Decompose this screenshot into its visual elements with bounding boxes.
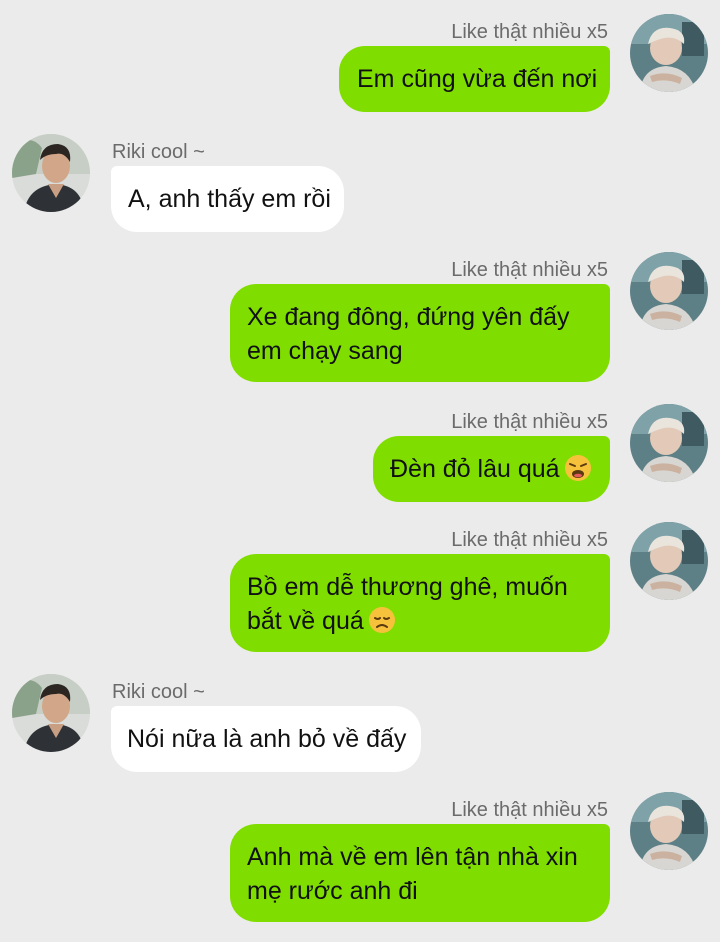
message-text: Anh mà về em lên tận nhà xin xyxy=(247,843,578,871)
sender-name: Like thật nhiều x5 xyxy=(451,259,608,281)
avatar-icon[interactable] xyxy=(630,522,708,600)
sender-name: Like thật nhiều x5 xyxy=(451,529,608,551)
sender-name: Like thật nhiều x5 xyxy=(451,21,608,43)
disappointed-face-emoji-icon xyxy=(368,606,396,634)
message-text: Xe đang đông, đứng yên đấy xyxy=(247,303,570,331)
message-bubble[interactable]: Đèn đỏ lâu quá xyxy=(373,436,610,502)
message-bubble[interactable]: Xe đang đông, đứng yên đấy em chạy sang xyxy=(230,284,610,382)
message-bubble[interactable]: Bồ em dễ thương ghê, muốn bắt về quá xyxy=(230,554,610,652)
sender-name: Like thật nhiều x5 xyxy=(451,411,608,433)
message-bubble[interactable]: A, anh thấy em rồi xyxy=(111,166,344,232)
message-text: Bồ em dễ thương ghê, muốn xyxy=(247,573,568,601)
avatar-icon[interactable] xyxy=(630,14,708,92)
avatar-icon[interactable] xyxy=(630,404,708,482)
message-bubble[interactable]: Em cũng vừa đến nơi xyxy=(339,46,610,112)
message-bubble[interactable]: Nói nữa là anh bỏ về đấy xyxy=(111,706,421,772)
message-text: Nói nữa là anh bỏ về đấy xyxy=(127,725,407,753)
message-text: Đèn đỏ lâu quá xyxy=(390,455,560,483)
message-text: A, anh thấy em rồi xyxy=(128,185,331,213)
avatar-icon[interactable] xyxy=(630,792,708,870)
sender-name: Riki cool ~ xyxy=(112,141,205,163)
weary-face-emoji-icon xyxy=(564,454,592,482)
message-text: bắt về quá xyxy=(247,607,364,635)
message-text: em chạy sang xyxy=(247,337,403,365)
avatar-icon[interactable] xyxy=(12,134,90,212)
avatar-icon[interactable] xyxy=(630,252,708,330)
avatar-icon[interactable] xyxy=(12,674,90,752)
message-text: Em cũng vừa đến nơi xyxy=(357,65,598,93)
message-bubble[interactable]: Anh mà về em lên tận nhà xin mẹ rước anh… xyxy=(230,824,610,922)
sender-name: Like thật nhiều x5 xyxy=(451,799,608,821)
sender-name: Riki cool ~ xyxy=(112,681,205,703)
message-text: mẹ rước anh đi xyxy=(247,877,418,905)
